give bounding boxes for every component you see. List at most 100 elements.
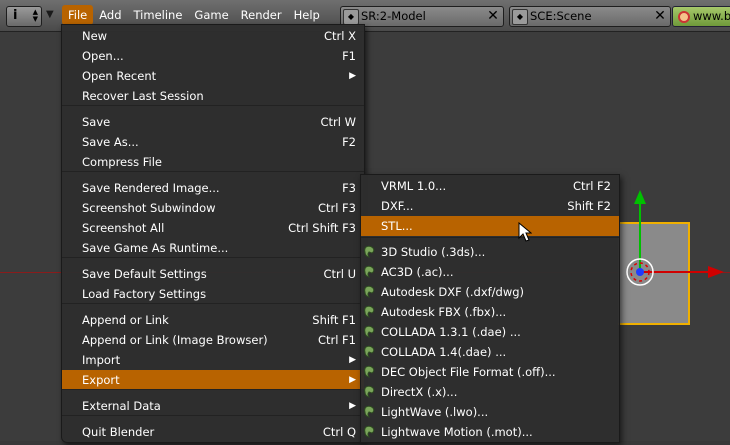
collapse-menu-icon[interactable]: ▼ — [46, 9, 54, 20]
menu-separator — [62, 257, 364, 258]
file-menu-item-append-or-link[interactable]: Append or Link Shift F1 — [62, 310, 364, 330]
export-menu-item-12[interactable]: LightWave (.lwo)... — [361, 402, 619, 422]
export-menu-item-4[interactable]: 3D Studio (.3ds)... — [361, 242, 619, 262]
menu-file[interactable]: File — [62, 5, 94, 25]
export-menu-item-1[interactable]: VRML 1.0... Ctrl F2 — [361, 176, 619, 196]
file-menu-item-quit-blender[interactable]: Quit Blender Ctrl Q — [62, 422, 364, 442]
file-menu-item-open[interactable]: Open... F1 — [62, 46, 364, 66]
info-icon: i — [13, 8, 18, 23]
menu-item-shortcut: Ctrl F1 — [317, 333, 356, 347]
submenu-arrow-icon: ▶ — [349, 355, 356, 365]
menu-item-label: Save Default Settings — [82, 267, 207, 281]
menu-item-label: Open Recent — [82, 69, 157, 83]
python-script-icon — [363, 425, 377, 439]
updown-icon[interactable]: ◆ — [343, 9, 359, 25]
menu-item-label: Export — [82, 373, 120, 387]
close-icon[interactable]: ✕ — [485, 8, 501, 24]
export-menu-item-11[interactable]: DirectX (.x)... — [361, 382, 619, 402]
editor-type-button[interactable]: i ▲ ▼ — [6, 6, 42, 27]
menu-separator — [62, 415, 364, 416]
url-field[interactable]: www.b — [672, 6, 730, 27]
file-menu-item-save-default-settings[interactable]: Save Default Settings Ctrl U — [62, 264, 364, 284]
python-script-icon — [363, 385, 377, 399]
menu-add[interactable]: Add — [93, 5, 127, 25]
menu-item-label: DEC Object File Format (.off)... — [381, 365, 556, 379]
menu-item-label: VRML 1.0... — [381, 179, 447, 193]
menu-item-shortcut: F2 — [342, 135, 356, 149]
menu-item-shortcut: Ctrl Shift F3 — [288, 221, 356, 235]
file-menu-item-export[interactable]: Export ▶ — [62, 370, 364, 390]
menu-item-shortcut: Ctrl Q — [322, 425, 356, 439]
menu-item-label: 3D Studio (.3ds)... — [381, 245, 486, 259]
menu-item-label: DirectX (.x)... — [381, 385, 458, 399]
close-icon[interactable]: ✕ — [652, 8, 668, 24]
export-menu-item-9[interactable]: COLLADA 1.4(.dae) ... — [361, 342, 619, 362]
file-menu-item-load-factory-settings[interactable]: Load Factory Settings — [62, 284, 364, 304]
file-menu: New Ctrl X Open... F1 Open Recent ▶ Recover La… — [61, 24, 365, 443]
python-script-icon — [363, 365, 377, 379]
file-menu-item-external-data[interactable]: External Data ▶ — [62, 396, 364, 416]
file-menu-item-screenshot-subwindow[interactable]: Screenshot Subwindow Ctrl F3 — [62, 198, 364, 218]
menu-item-label: Recover Last Session — [82, 89, 204, 103]
export-menu-item-3[interactable]: STL... — [361, 216, 619, 236]
python-script-icon — [363, 345, 377, 359]
url-text: www.b — [693, 9, 730, 23]
menu-item-label: Append or Link (Image Browser) — [82, 333, 268, 347]
submenu-arrow-icon: ▶ — [349, 401, 356, 411]
file-menu-item-compress-file[interactable]: Compress File — [62, 152, 364, 172]
python-script-icon — [363, 265, 377, 279]
menu-item-label: Autodesk DXF (.dxf/dwg) — [381, 285, 525, 299]
menu-item-label: External Data — [82, 399, 161, 413]
file-menu-item-save-as[interactable]: Save As... F2 — [62, 132, 364, 152]
menu-bar: File Add Timeline Game Render Help — [62, 5, 326, 25]
menu-item-label: Screenshot All — [82, 221, 165, 235]
menu-item-label: LightWave (.lwo)... — [381, 405, 489, 419]
menu-help[interactable]: Help — [288, 5, 326, 25]
submenu-arrow-icon: ▶ — [349, 375, 356, 385]
export-menu-item-6[interactable]: Autodesk DXF (.dxf/dwg) — [361, 282, 619, 302]
menu-item-label: New — [82, 29, 108, 43]
menu-item-label: Open... — [82, 49, 124, 63]
file-menu-item-screenshot-all[interactable]: Screenshot All Ctrl Shift F3 — [62, 218, 364, 238]
menu-item-label: Append or Link — [82, 313, 169, 327]
menu-game[interactable]: Game — [188, 5, 234, 25]
export-menu-item-13[interactable]: Lightwave Motion (.mot)... — [361, 422, 619, 442]
menu-render[interactable]: Render — [235, 5, 288, 25]
menu-item-shortcut: Ctrl W — [320, 115, 357, 129]
menu-item-shortcut: F3 — [342, 181, 356, 195]
export-menu-item-2[interactable]: DXF... Shift F2 — [361, 196, 619, 216]
y-arrow-head[interactable] — [634, 190, 646, 204]
scene-field[interactable]: ◆ SCE:Scene ✕ — [509, 6, 671, 27]
file-menu-item-import[interactable]: Import ▶ — [62, 350, 364, 370]
submenu-arrow-icon: ▶ — [349, 71, 356, 81]
file-menu-item-open-recent[interactable]: Open Recent ▶ — [62, 66, 364, 86]
file-menu-item-save-game-as-runtime[interactable]: Save Game As Runtime... — [62, 238, 364, 258]
menu-item-shortcut: Shift F1 — [312, 313, 356, 327]
menu-item-label: AC3D (.ac)... — [381, 265, 454, 279]
file-menu-item-save-rendered-image[interactable]: Save Rendered Image... F3 — [62, 178, 364, 198]
file-menu-item-append-or-link-image-browser[interactable]: Append or Link (Image Browser) Ctrl F1 — [62, 330, 364, 350]
menu-item-label: COLLADA 1.3.1 (.dae) ... — [381, 325, 521, 339]
menu-item-label: Save Game As Runtime... — [82, 241, 229, 255]
export-menu-item-5[interactable]: AC3D (.ac)... — [361, 262, 619, 282]
python-script-icon — [363, 405, 377, 419]
file-menu-item-recover-last-session[interactable]: Recover Last Session — [62, 86, 364, 106]
menu-item-label: Save Rendered Image... — [82, 181, 220, 195]
menu-timeline[interactable]: Timeline — [128, 5, 189, 25]
file-menu-item-save[interactable]: Save Ctrl W — [62, 112, 364, 132]
menu-separator — [62, 389, 364, 390]
menu-item-label: Save — [82, 115, 111, 129]
file-menu-item-new[interactable]: New Ctrl X — [62, 26, 364, 46]
screen-name: SR:2-Model — [361, 9, 426, 23]
menu-item-shortcut: Ctrl F2 — [572, 179, 611, 193]
python-script-icon — [363, 305, 377, 319]
export-menu-item-8[interactable]: COLLADA 1.3.1 (.dae) ... — [361, 322, 619, 342]
export-menu-item-7[interactable]: Autodesk FBX (.fbx)... — [361, 302, 619, 322]
export-menu-item-10[interactable]: DEC Object File Format (.off)... — [361, 362, 619, 382]
menu-item-label: STL... — [381, 219, 413, 233]
x-arrow-head[interactable] — [708, 266, 724, 278]
menu-item-label: Load Factory Settings — [82, 287, 207, 301]
menu-separator — [62, 105, 364, 106]
updown-icon[interactable]: ◆ — [512, 9, 528, 25]
scene-name: SCE:Scene — [530, 9, 592, 23]
